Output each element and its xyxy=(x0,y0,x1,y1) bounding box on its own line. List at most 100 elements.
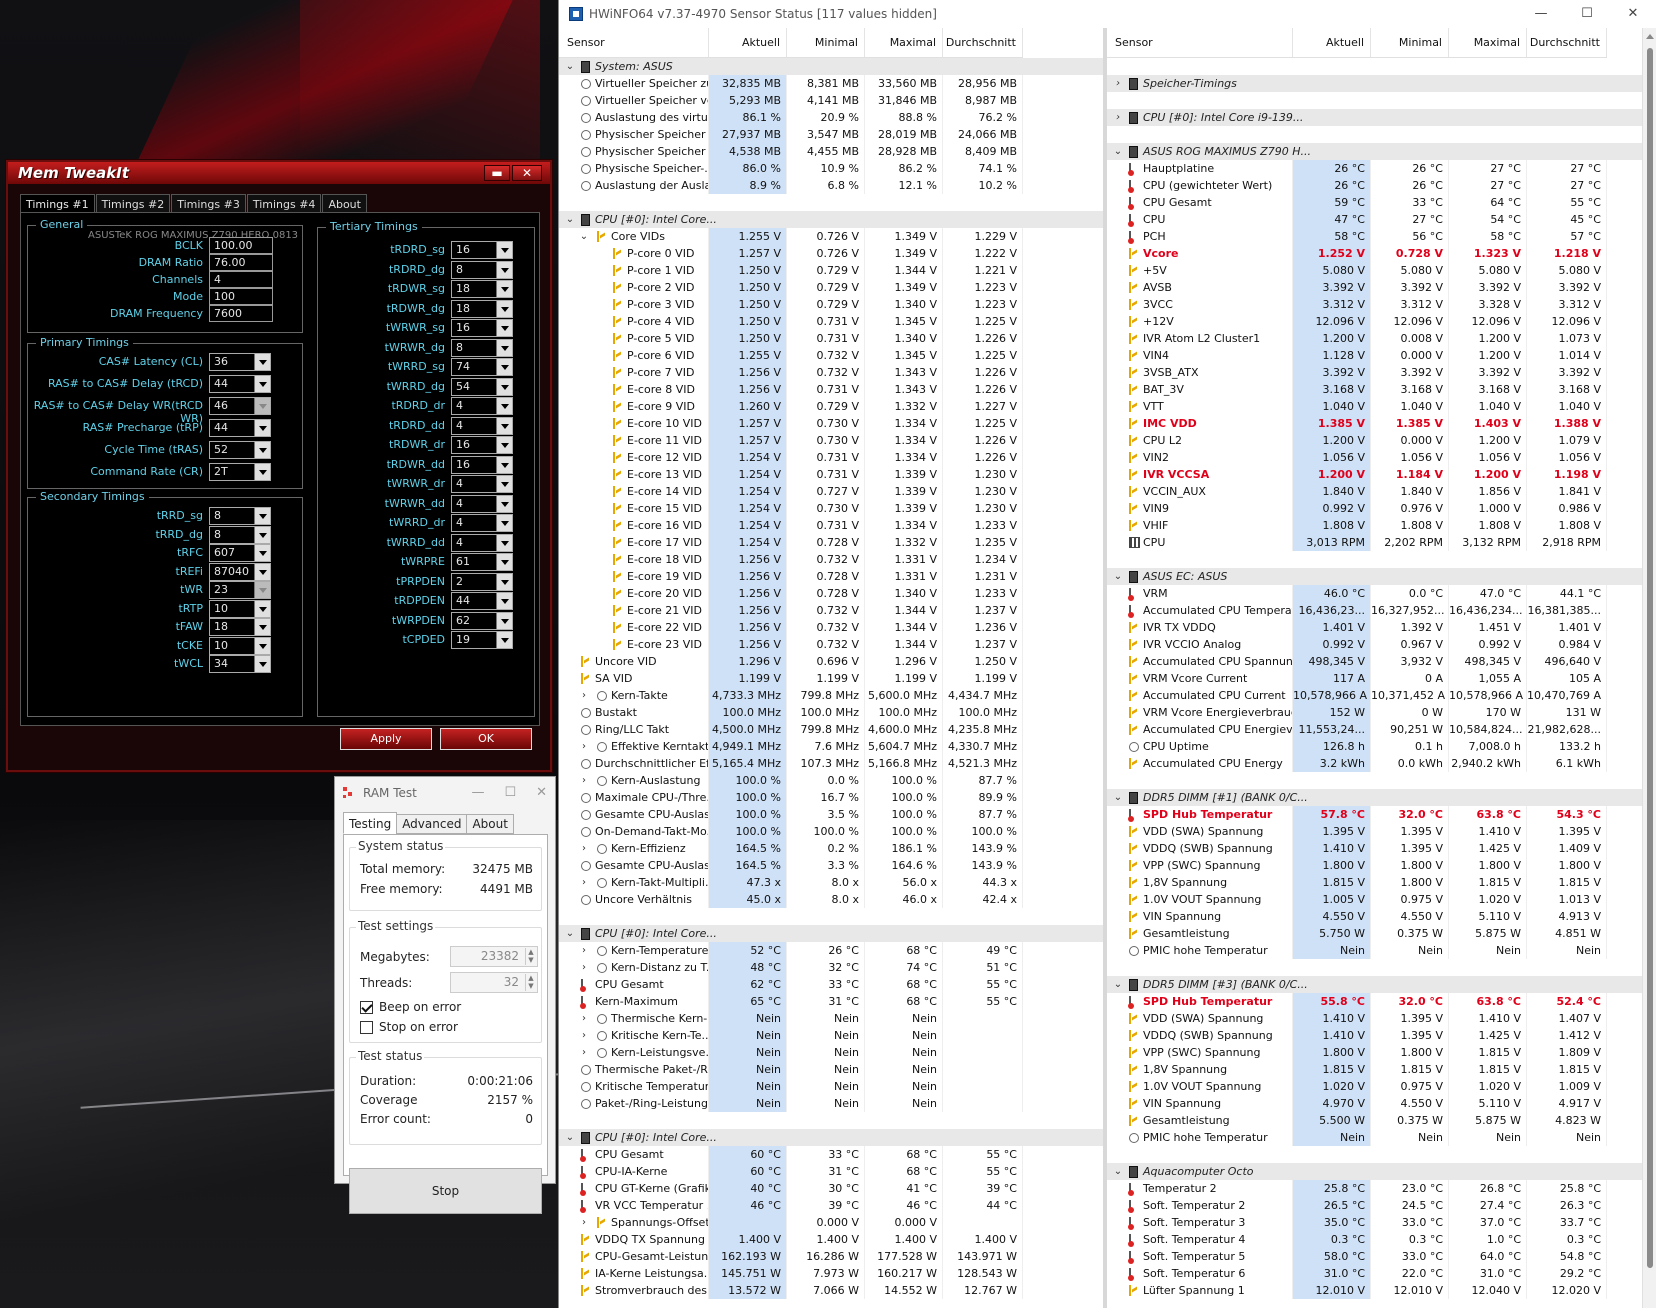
close-icon[interactable]: ✕ xyxy=(1610,0,1656,28)
tab-timings-4[interactable]: Timings #4 xyxy=(246,194,322,214)
dropdown-arrow-icon[interactable] xyxy=(254,582,270,598)
sensor-row[interactable]: › Effektive Kerntakte 4,949.1 MHz 7.6 MHz 5,… xyxy=(559,738,1103,755)
sensor-row[interactable]: Soft. Temperatur 5 58.0 °C 33.0 °C 64.0 °C 5… xyxy=(1107,1248,1643,1265)
tab-timings-5[interactable]: About xyxy=(322,194,367,214)
sensor-row[interactable]: Virtueller Speicher zu...32,835 MB8,381 … xyxy=(559,75,1103,92)
secondary-5-select[interactable]: 10 xyxy=(209,599,271,618)
sensor-row[interactable]: Kern-Maximum 65 °C 31 °C 68 °C 55 °C xyxy=(559,993,1103,1010)
sensor-row[interactable]: IVR TX VDDQ 1.401 V 1.392 V 1.451 V 1.401 V xyxy=(1107,619,1643,636)
secondary-0-select[interactable]: 8 xyxy=(209,507,271,525)
dropdown-arrow-icon[interactable] xyxy=(496,515,512,531)
tertiary-0-select[interactable]: 16 xyxy=(451,241,513,259)
sensor-row[interactable]: E-core 18 VID 1.256 V 0.732 V 1.331 V 1.234 … xyxy=(559,551,1103,568)
primary-1-select[interactable]: 44 xyxy=(209,375,271,393)
sensor-row[interactable]: +12V 12.096 V 12.096 V 12.096 V 12.096 V xyxy=(1107,313,1643,330)
tab-timings-3[interactable]: Timings #3 xyxy=(171,194,246,214)
sensor-row[interactable]: Physischer Speicher ... 4,538 MB 4,455 MB 2… xyxy=(559,143,1103,160)
megabytes-input[interactable]: 23382 ▲ ▼ xyxy=(450,946,538,967)
sensor-row[interactable]: IMC VDD 1.385 V 1.385 V 1.403 V 1.388 V xyxy=(1107,415,1643,432)
sensor-row[interactable]: VRM 46.0 °C 0.0 °C 47.0 °C 44.1 °C xyxy=(1107,585,1643,602)
sensor-row[interactable]: VIN9 0.992 V 0.976 V 1.000 V 0.986 V xyxy=(1107,500,1643,517)
collapse-icon[interactable]: ⌄ xyxy=(1113,976,1123,993)
expand-icon[interactable]: › xyxy=(579,772,589,789)
sensor-group-row[interactable]: ⌄ ASUS EC: ASUS xyxy=(1107,568,1643,585)
primary-0-select[interactable]: 36 xyxy=(209,353,271,371)
dropdown-arrow-icon[interactable] xyxy=(496,281,512,297)
tertiary-7-select[interactable]: 54 xyxy=(451,377,513,396)
sensor-row[interactable]: SPD Hub Temperatur 55.8 °C 32.0 °C 63.8 °C 5… xyxy=(1107,993,1643,1010)
sensor-row[interactable]: CPU (gewichteter Wert) 26 °C 26 °C 27 °C 27 … xyxy=(1107,177,1643,194)
sensor-row[interactable]: E-core 10 VID 1.257 V 0.730 V 1.334 V 1.225 … xyxy=(559,415,1103,432)
sensor-row[interactable]: CPU Uptime 126.8 h 0.1 h 7,008.0 h 133.2 h xyxy=(1107,738,1643,755)
sensor-row[interactable]: E-core 23 VID 1.256 V 0.732 V 1.344 V 1.237 … xyxy=(559,636,1103,653)
sensor-row[interactable]: VIN Spannung 4.970 V 4.550 V 5.110 V 4.917 V xyxy=(1107,1095,1643,1112)
secondary-4-select[interactable]: 23 xyxy=(209,581,271,599)
expand-icon[interactable]: › xyxy=(1113,109,1123,126)
sensor-row[interactable]: P-core 3 VID 1.250 V 0.729 V 1.340 V 1.223 V xyxy=(559,296,1103,313)
sensor-row[interactable]: VDD (SWA) Spannung 1.410 V 1.395 V 1.410 V1… xyxy=(1107,1010,1643,1027)
sensor-row[interactable]: CPU Gesamt 59 °C 33 °C 64 °C 55 °C xyxy=(1107,194,1643,211)
sensor-row[interactable]: Accumulated CPU Current 10,578,966 A 10,37… xyxy=(1107,687,1643,704)
collapse-icon[interactable]: ⌄ xyxy=(1113,568,1123,585)
sensor-row[interactable]: › Kern-Effizienz 164.5 % 0.2 % 186.1 % 143.9 … xyxy=(559,840,1103,857)
sensor-row[interactable]: +5V 5.080 V 5.080 V 5.080 V 5.080 V xyxy=(1107,262,1643,279)
sensor-row[interactable]: P-core 4 VID 1.250 V 0.731 V 1.345 V 1.225 V xyxy=(559,313,1103,330)
sensor-row[interactable]: › Kern-Temperaturen 52 °C 26 °C 68 °C 49 °C xyxy=(559,942,1103,959)
collapse-icon[interactable]: ⌄ xyxy=(579,228,589,245)
sensor-row[interactable]: VIN Spannung 4.550 V 4.550 V 5.110 V 4.913 V xyxy=(1107,908,1643,925)
sensor-row[interactable]: VDDQ (SWB) Spannung 1.410 V 1.395 V 1.425 V… xyxy=(1107,1027,1643,1044)
sensor-row[interactable]: E-core 13 VID 1.254 V 0.731 V 1.339 V 1.230 … xyxy=(559,466,1103,483)
sensor-row[interactable]: P-core 0 VID 1.257 V 0.726 V 1.349 V 1.222 V xyxy=(559,245,1103,262)
sensor-row[interactable]: P-core 1 VID 1.250 V 0.729 V 1.344 V 1.221 V xyxy=(559,262,1103,279)
tertiary-11-select[interactable]: 16 xyxy=(451,455,513,474)
tertiary-3-select[interactable]: 18 xyxy=(451,299,513,318)
sensor-row[interactable]: P-core 6 VID 1.255 V 0.732 V 1.345 V 1.225 V xyxy=(559,347,1103,364)
sensor-row[interactable]: E-core 19 VID 1.256 V 0.728 V 1.331 V 1.231 … xyxy=(559,568,1103,585)
sensor-row[interactable]: Lüfter Spannung 1 12.010 V 12.010 V 12.040 … xyxy=(1107,1282,1643,1299)
sensor-row[interactable]: BAT_3V 3.168 V 3.168 V 3.168 V 3.168 V xyxy=(1107,381,1643,398)
sensor-row[interactable]: 1.0V VOUT Spannung 1.020 V 0.975 V 1.020 V1… xyxy=(1107,1078,1643,1095)
sensor-row[interactable]: 1,8V Spannung 1.815 V 1.800 V 1.815 V 1.815 … xyxy=(1107,874,1643,891)
close-button[interactable]: ✕ xyxy=(512,165,542,181)
sensor-row[interactable]: 3VSB_ATX 3.392 V 3.392 V 3.392 V 3.392 V xyxy=(1107,364,1643,381)
stop-on-error-checkbox[interactable]: Stop on error xyxy=(360,1020,458,1034)
sensor-row[interactable]: Accumulated CPU Spannung 498,345 V 3,932 V… xyxy=(1107,653,1643,670)
dropdown-arrow-icon[interactable] xyxy=(254,464,270,480)
tertiary-4-select[interactable]: 16 xyxy=(451,319,513,337)
sensor-row[interactable]: Bustakt 100.0 MHz 100.0 MHz 100.0 MHz 100.0 … xyxy=(559,704,1103,721)
sensor-row[interactable]: E-core 8 VID 1.256 V 0.731 V 1.343 V 1.226 V xyxy=(559,381,1103,398)
column-header-0[interactable]: Sensor xyxy=(1107,28,1293,57)
ok-button[interactable]: OK xyxy=(440,728,532,750)
tertiary-17-select[interactable]: 2 xyxy=(451,572,513,591)
scrollbar-thumb[interactable] xyxy=(1647,48,1653,1268)
dropdown-arrow-icon[interactable] xyxy=(496,593,512,609)
dropdown-arrow-icon[interactable] xyxy=(496,632,512,648)
sensor-row[interactable]: E-core 15 VID 1.254 V 0.730 V 1.339 V 1.230 … xyxy=(559,500,1103,517)
column-header-3[interactable]: Maximal xyxy=(1449,28,1527,57)
sensor-row[interactable]: VTT 1.040 V 1.040 V 1.040 V 1.040 V xyxy=(1107,398,1643,415)
expand-icon[interactable]: › xyxy=(579,942,589,959)
secondary-3-select[interactable]: 87040 xyxy=(209,562,271,581)
column-header-4[interactable]: Durchschnitt xyxy=(1527,28,1607,57)
column-header-1[interactable]: Aktuell xyxy=(709,28,787,57)
tertiary-20-select[interactable]: 19 xyxy=(451,631,513,649)
expand-icon[interactable]: › xyxy=(579,738,589,755)
sensor-row[interactable]: Soft. Temperatur 3 35.0 °C 33.0 °C 37.0 °C 3… xyxy=(1107,1214,1643,1231)
sensor-row[interactable]: CPU-Gesamt-Leistun... 162.193 W 16.286 W 17… xyxy=(559,1248,1103,1265)
secondary-2-select[interactable]: 607 xyxy=(209,544,271,562)
sensor-row[interactable]: Soft. Temperatur 6 31.0 °C 22.0 °C 31.0 °C 2… xyxy=(1107,1265,1643,1282)
dropdown-arrow-icon[interactable] xyxy=(254,508,270,524)
secondary-6-select[interactable]: 18 xyxy=(209,618,271,636)
tertiary-5-select[interactable]: 8 xyxy=(451,338,513,357)
tab-about[interactable]: About xyxy=(466,814,514,834)
column-header-4[interactable]: Durchschnitt xyxy=(943,28,1023,57)
sensor-row[interactable]: AVSB 3.392 V 3.392 V 3.392 V 3.392 V xyxy=(1107,279,1643,296)
sensor-row[interactable]: PMIC hohe Temperatur Nein Nein Nein Nein xyxy=(1107,1129,1643,1146)
sensor-row[interactable]: CPU Gesamt 60 °C 33 °C 68 °C 55 °C xyxy=(559,1146,1103,1163)
dropdown-arrow-icon[interactable] xyxy=(254,526,270,543)
sensor-row[interactable]: VDDQ (SWB) Spannung 1.410 V 1.395 V 1.425 V… xyxy=(1107,840,1643,857)
dropdown-arrow-icon[interactable] xyxy=(496,242,512,258)
sensor-row[interactable]: Soft. Temperatur 2 26.5 °C 24.5 °C 27.4 °C 2… xyxy=(1107,1197,1643,1214)
sensor-row[interactable]: Accumulated CPU Energieve...11,553,24...… xyxy=(1107,721,1643,738)
sensor-row[interactable]: CPU 3,013 RPM 2,202 RPM 3,132 RPM 2,918 RPM xyxy=(1107,534,1643,551)
